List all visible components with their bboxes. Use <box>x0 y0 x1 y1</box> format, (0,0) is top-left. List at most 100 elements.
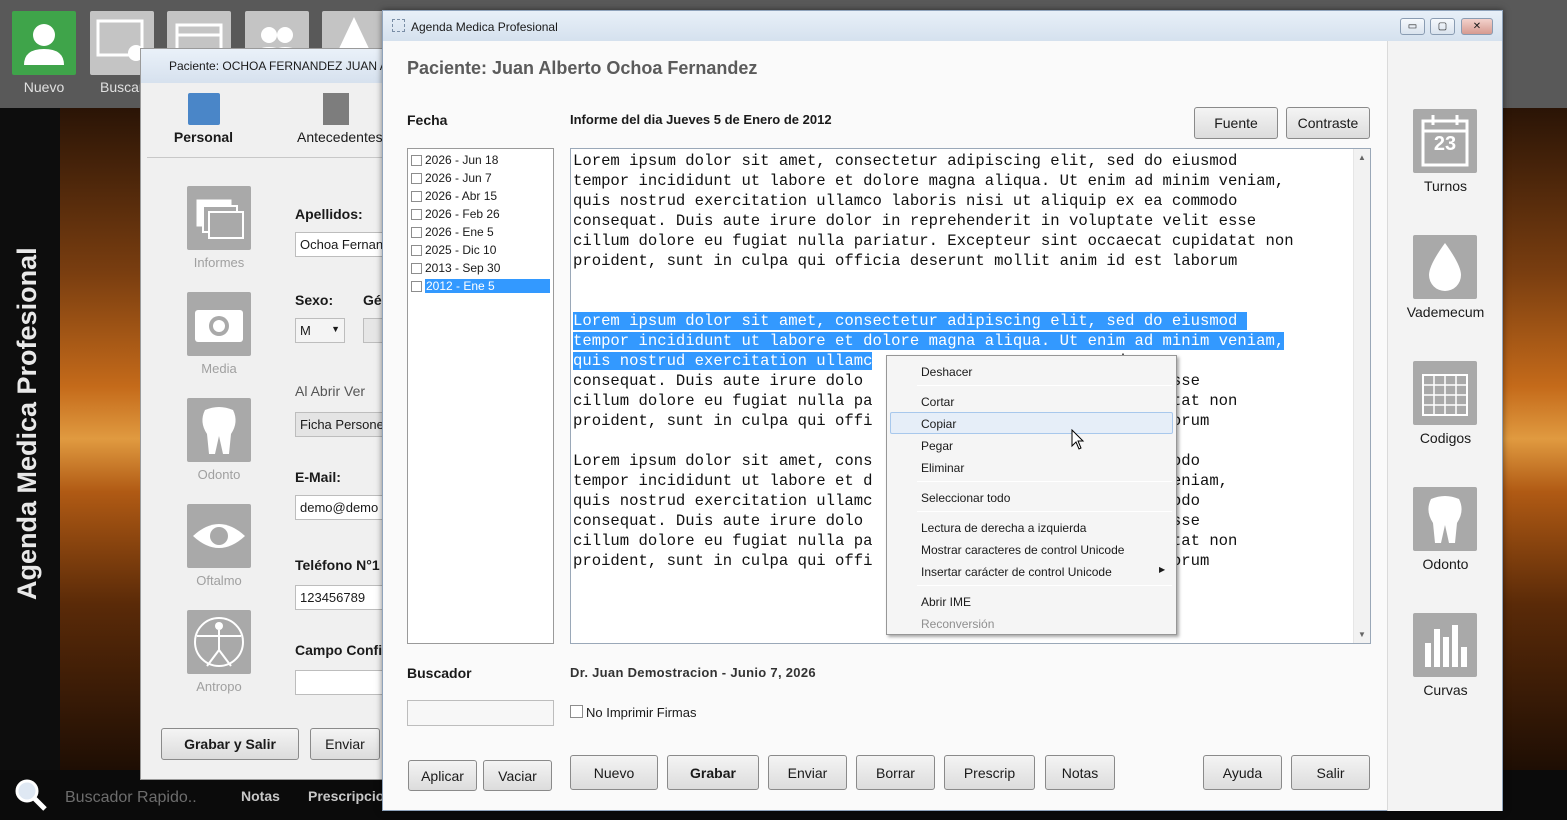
vademecum-button[interactable] <box>1413 235 1477 299</box>
turnos-button[interactable]: 23 <box>1413 109 1477 173</box>
date-checkbox[interactable] <box>411 172 422 184</box>
date-list-item[interactable]: 2013 - Sep 30 <box>411 259 553 277</box>
menu-item-cortar[interactable]: Cortar <box>890 390 1173 412</box>
quick-search-icon[interactable] <box>12 776 48 812</box>
date-label: 2026 - Jun 18 <box>425 153 499 167</box>
date-checkbox[interactable] <box>411 280 422 292</box>
email-label: E-Mail: <box>295 469 341 485</box>
date-list-item[interactable]: 2025 - Dic 10 <box>411 241 553 259</box>
date-list-item[interactable]: 2026 - Ene 5 <box>411 223 553 241</box>
bottom-prescripcion-link[interactable]: Prescripcio <box>308 788 384 804</box>
apellidos-label: Apellidos: <box>295 206 363 222</box>
search-label: Buscar <box>100 79 140 95</box>
text-line: tempor incididunt ut labore et dolore ma… <box>573 172 1285 190</box>
odonto-button[interactable] <box>1413 487 1477 551</box>
antropo-button[interactable] <box>187 610 251 674</box>
menu-item-reconversion: Reconversión <box>921 617 995 631</box>
scroll-up-icon[interactable]: ▲ <box>1354 153 1370 162</box>
date-checkbox[interactable] <box>411 190 422 202</box>
campo-input[interactable] <box>295 670 391 695</box>
contraste-button[interactable]: Contraste <box>1286 107 1370 139</box>
buscador-input[interactable] <box>407 700 554 726</box>
grabar-salir-button[interactable]: Grabar y Salir <box>161 728 299 760</box>
buscador-label: Buscador <box>407 665 472 681</box>
sexo-select[interactable]: M ▼ <box>295 318 345 343</box>
codigos-button[interactable] <box>1413 361 1477 425</box>
context-menu: Deshacer Cortar Copiar Pegar Eliminar Se… <box>886 355 1177 635</box>
notas-button[interactable]: Notas <box>1045 755 1115 790</box>
date-list[interactable]: 2026 - Jun 18 2026 - Jun 7 2026 - Abr 15 20… <box>407 148 554 644</box>
prescrip-button[interactable]: Prescrip <box>944 755 1035 790</box>
grid-icon <box>1422 374 1468 416</box>
selected-text-line: Lorem ipsum dolor sit amet, consectetur … <box>573 312 1247 330</box>
telefono-input[interactable]: 123456789 <box>295 585 391 610</box>
date-list-item[interactable]: 2012 - Ene 5 <box>411 277 553 295</box>
no-imprimir-checkbox[interactable] <box>570 705 583 718</box>
minimize-button[interactable]: ▭ <box>1400 18 1425 35</box>
enviar-button[interactable]: Enviar <box>768 755 847 790</box>
date-label: 2026 - Jun 7 <box>425 171 492 185</box>
date-list-item[interactable]: 2026 - Abr 15 <box>411 187 553 205</box>
close-button[interactable]: ✕ <box>1461 18 1493 35</box>
patient-enviar-button[interactable]: Enviar <box>310 728 380 760</box>
informes-label: Informes <box>193 255 245 270</box>
menu-separator <box>917 385 1172 386</box>
date-list-item[interactable]: 2026 - Jun 7 <box>411 169 553 187</box>
antropo-label: Antropo <box>196 679 242 694</box>
salir-button[interactable]: Salir <box>1291 755 1370 790</box>
menu-item-abrir-ime[interactable]: Abrir IME <box>890 590 1173 612</box>
camera-icon <box>195 310 243 342</box>
date-checkbox[interactable] <box>411 226 422 238</box>
menu-item-eliminar[interactable]: Eliminar <box>890 456 1173 478</box>
menu-item-pegar[interactable]: Pegar <box>890 434 1173 456</box>
tooth-icon <box>1428 496 1462 543</box>
curvas-button[interactable] <box>1413 613 1477 677</box>
aplicar-button[interactable]: Aplicar <box>408 760 477 791</box>
nuevo-button[interactable]: Nuevo <box>570 755 658 790</box>
date-checkbox[interactable] <box>411 208 422 220</box>
documents-icon <box>196 199 244 239</box>
menu-item-copiar[interactable]: Copiar <box>890 412 1173 434</box>
date-checkbox[interactable] <box>411 244 422 256</box>
odonto-side-button[interactable] <box>187 398 251 462</box>
patient-window: Paciente: OCHOA FERNANDEZ JUAN AL Person… <box>140 48 391 780</box>
vitruvian-icon <box>194 617 244 667</box>
tab-personal[interactable]: Personal <box>151 89 256 155</box>
scroll-down-icon[interactable]: ▼ <box>1354 630 1370 639</box>
fuente-button[interactable]: Fuente <box>1194 107 1278 139</box>
email-input[interactable]: demo@demo <box>295 495 391 520</box>
menu-item-lectura-rtl[interactable]: Lectura de derecha a izquierda <box>890 516 1173 538</box>
abrir-select[interactable]: Ficha Persone <box>295 412 391 437</box>
tab-antecedentes[interactable]: Antecedentes <box>281 89 391 155</box>
menu-item-seleccionar-todo[interactable]: Seleccionar todo <box>890 486 1173 508</box>
informes-button[interactable] <box>187 186 251 250</box>
borrar-button[interactable]: Borrar <box>856 755 935 790</box>
date-checkbox[interactable] <box>411 154 422 166</box>
bottom-notas-link[interactable]: Notas <box>241 788 280 804</box>
date-list-item[interactable]: 2026 - Feb 26 <box>411 205 553 223</box>
new-patient-button[interactable] <box>12 11 76 75</box>
date-checkbox[interactable] <box>411 262 422 274</box>
report-title: Informe del dia Jueves 5 de Enero de 201… <box>570 112 832 127</box>
right-panel: 23 Turnos Vademecum Codigos Odonto Curva… <box>1387 41 1502 811</box>
main-window-titlebar: Agenda Medica Profesional <box>383 11 1502 41</box>
maximize-button[interactable]: ▢ <box>1430 18 1455 35</box>
media-button[interactable] <box>187 292 251 356</box>
menu-item-mostrar-unicode[interactable]: Mostrar caracteres de control Unicode <box>890 538 1173 560</box>
date-label: 2025 - Dic 10 <box>425 243 497 257</box>
patient-window-title: Paciente: OCHOA FERNANDEZ JUAN AL <box>141 49 389 83</box>
quick-search-input[interactable]: Buscador Rapido.. <box>65 789 197 807</box>
menu-item-insertar-unicode[interactable]: Insertar carácter de control Unicode <box>890 560 1173 582</box>
tooth-icon <box>202 407 236 454</box>
submenu-arrow-icon: ▶ <box>1159 565 1166 574</box>
textarea-scrollbar[interactable]: ▲ ▼ <box>1353 149 1370 643</box>
grabar-button[interactable]: Grabar <box>667 755 759 790</box>
ayuda-button[interactable]: Ayuda <box>1203 755 1282 790</box>
menu-item-deshacer[interactable]: Deshacer <box>890 360 1173 382</box>
oftalmo-button[interactable] <box>187 504 251 568</box>
oftalmo-label: Oftalmo <box>196 573 242 588</box>
date-list-item[interactable]: 2026 - Jun 18 <box>411 151 553 169</box>
apellidos-input[interactable]: Ochoa Fernan <box>295 232 391 257</box>
vaciar-button[interactable]: Vaciar <box>483 760 552 791</box>
turnos-label: Turnos <box>1423 178 1468 194</box>
